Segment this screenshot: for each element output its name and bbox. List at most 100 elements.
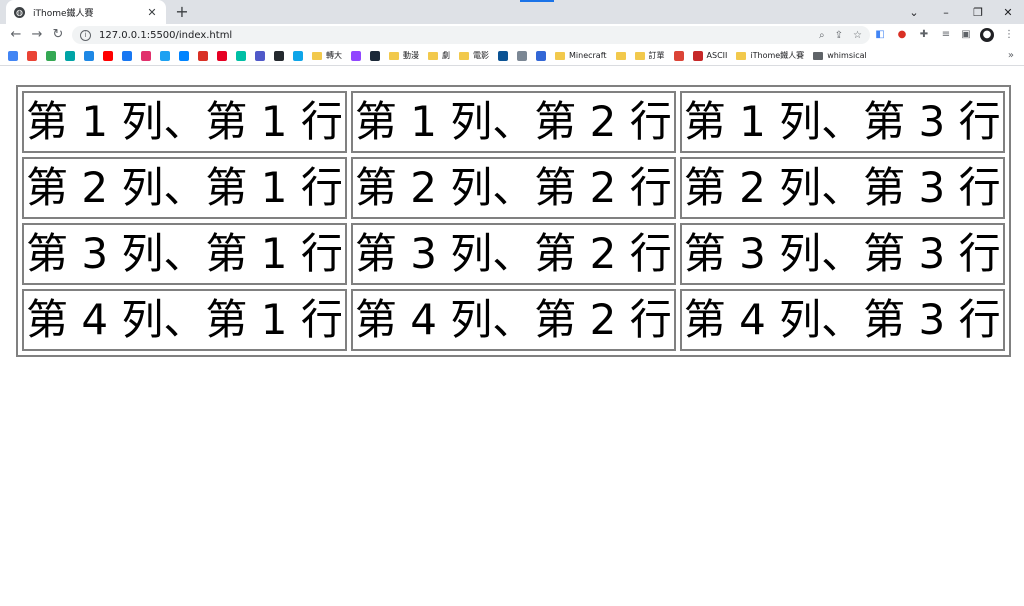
- bookmark-item[interactable]: [236, 46, 246, 66]
- forward-arrow-icon[interactable]: →: [29, 27, 45, 43]
- table-cell: 第 2 列、第 1 行: [22, 157, 347, 219]
- bookmark-item[interactable]: [65, 46, 75, 66]
- table-cell: 第 3 列、第 2 行: [350, 223, 676, 285]
- bookmark-item[interactable]: [673, 46, 684, 66]
- bookmark-item[interactable]: [615, 46, 626, 66]
- folder-icon: [389, 51, 399, 60]
- bookmark-item[interactable]: 劇: [428, 46, 450, 66]
- table-row: 第 4 列、第 1 行第 4 列、第 2 行第 4 列、第 3 行: [22, 289, 1005, 351]
- bookmark-item[interactable]: [103, 46, 113, 66]
- menu-kebab-icon[interactable]: ⋮: [1002, 28, 1016, 42]
- table-row: 第 3 列、第 1 行第 3 列、第 2 行第 3 列、第 3 行: [22, 223, 1005, 285]
- bookmark-item[interactable]: [160, 46, 170, 66]
- bookmark-item[interactable]: [351, 46, 361, 66]
- bookmark-label: 訂單: [648, 51, 665, 60]
- bookmark-item[interactable]: [217, 46, 227, 66]
- bookmark-item[interactable]: [8, 46, 18, 66]
- restore-button[interactable]: ❐: [962, 0, 994, 24]
- zoom-icon[interactable]: ⌕: [819, 30, 825, 41]
- pinterest-icon: [217, 50, 227, 61]
- bookmark-label: 動漫: [403, 51, 419, 60]
- github-icon: [274, 50, 284, 61]
- close-tab-icon[interactable]: ✕: [146, 6, 158, 19]
- new-tab-button[interactable]: +: [172, 2, 192, 22]
- facebook-icon: [122, 50, 132, 61]
- folder-icon: [615, 51, 626, 60]
- table-cell: 第 3 列、第 1 行: [22, 223, 347, 285]
- bookmark-item[interactable]: [255, 46, 265, 66]
- info-icon[interactable]: i: [80, 29, 91, 41]
- bookmark-item[interactable]: [27, 46, 37, 66]
- bookmark-item[interactable]: [84, 46, 94, 66]
- site2-icon: [517, 50, 527, 61]
- browser-tab[interactable]: ◍ iThome鐵人賽 ✕: [6, 0, 166, 24]
- r-icon: [692, 50, 703, 61]
- data-table: 第 1 列、第 1 行第 1 列、第 2 行第 1 列、第 3 行第 2 列、第…: [16, 85, 1011, 357]
- bookmark-item[interactable]: 電影: [459, 46, 489, 66]
- close-window-button[interactable]: ✕: [992, 0, 1024, 24]
- bookmark-item[interactable]: [498, 46, 508, 66]
- bookmark-item[interactable]: [141, 46, 151, 66]
- bookmark-label: Minecraft: [569, 51, 607, 60]
- star-icon[interactable]: ☆: [853, 30, 862, 41]
- bookmark-item[interactable]: [179, 46, 189, 66]
- bookmark-item[interactable]: 動漫: [389, 46, 419, 66]
- bookmark-label: iThome鐵人賽: [750, 51, 805, 60]
- bookmark-item[interactable]: 轉大: [312, 46, 342, 66]
- bookmark-item[interactable]: [536, 46, 546, 66]
- twitter-icon: [160, 50, 170, 61]
- news-icon: [198, 50, 208, 61]
- address-bar[interactable]: i 127.0.0.1:5500/index.html ⌕ ⇪ ☆: [72, 26, 870, 44]
- bookmark-item[interactable]: [198, 46, 208, 66]
- bookmark-item[interactable]: 訂單: [634, 46, 665, 66]
- translate-icon[interactable]: ◧: [873, 28, 887, 42]
- bookmark-label: 轉大: [326, 51, 342, 60]
- puzzle-icon[interactable]: ✚: [917, 28, 931, 42]
- bookmark-label: 電影: [473, 51, 489, 60]
- chatgpt-icon: [293, 50, 303, 61]
- site-icon: [498, 50, 508, 61]
- bookmark-item[interactable]: [293, 46, 303, 66]
- avatar[interactable]: ●: [980, 28, 994, 42]
- bookmark-item[interactable]: whimsical: [813, 46, 867, 66]
- tool-icon: [236, 50, 246, 61]
- reload-icon[interactable]: ↻: [50, 27, 66, 43]
- bookmark-item[interactable]: ASCII: [692, 46, 727, 66]
- steam-icon: [370, 50, 380, 61]
- tab-strip: ◍ iThome鐵人賽 ✕ + ⌄ – ❐ ✕: [0, 0, 1024, 24]
- bookmarks-bar: 轉大 動漫 劇 電影 Minecraft 訂單 ASCII iThome鐵人賽 whimsica…: [0, 46, 1024, 66]
- bookmark-item[interactable]: [370, 46, 380, 66]
- tab-title: iThome鐵人賽: [33, 8, 94, 19]
- minimize-button[interactable]: –: [930, 0, 962, 24]
- folder-icon: [428, 51, 438, 60]
- bookmark-item[interactable]: [517, 46, 527, 66]
- teams-icon: [255, 50, 265, 61]
- back-arrow-icon[interactable]: ←: [8, 27, 24, 43]
- twitch-icon: [351, 50, 361, 61]
- folder-icon: [813, 51, 824, 60]
- drive-icon: [8, 50, 18, 61]
- app-icon: [84, 50, 94, 61]
- sidepanel-icon[interactable]: ▣: [959, 28, 973, 42]
- table-cell: 第 3 列、第 3 行: [679, 223, 1005, 285]
- bookmark-item[interactable]: iThome鐵人賽: [736, 46, 804, 66]
- tab-search-icon[interactable]: ⌄: [898, 0, 930, 24]
- photos-icon: [46, 50, 56, 61]
- table-cell: 第 4 列、第 3 行: [679, 289, 1005, 351]
- queue-icon[interactable]: ≡: [939, 28, 953, 42]
- bookmark-item[interactable]: [274, 46, 284, 66]
- table-cell: 第 2 列、第 3 行: [679, 157, 1005, 219]
- shop-icon: [673, 50, 684, 61]
- table-row: 第 2 列、第 1 行第 2 列、第 2 行第 2 列、第 3 行: [22, 157, 1005, 219]
- url-text[interactable]: 127.0.0.1:5500/index.html: [99, 30, 809, 41]
- bookmark-item[interactable]: [46, 46, 56, 66]
- share-icon[interactable]: ⇪: [835, 30, 843, 41]
- extension-red-icon[interactable]: ●: [895, 28, 909, 42]
- bookmark-item[interactable]: [122, 46, 132, 66]
- folder-icon: [634, 51, 645, 60]
- table-row: 第 1 列、第 1 行第 1 列、第 2 行第 1 列、第 3 行: [22, 91, 1005, 153]
- table-cell: 第 4 列、第 2 行: [350, 289, 676, 351]
- bookmarks-overflow-icon[interactable]: »: [1008, 46, 1014, 66]
- bookmark-item[interactable]: Minecraft: [555, 46, 607, 66]
- page-content: 第 1 列、第 1 行第 1 列、第 2 行第 1 列、第 3 行第 2 列、第…: [0, 67, 1024, 606]
